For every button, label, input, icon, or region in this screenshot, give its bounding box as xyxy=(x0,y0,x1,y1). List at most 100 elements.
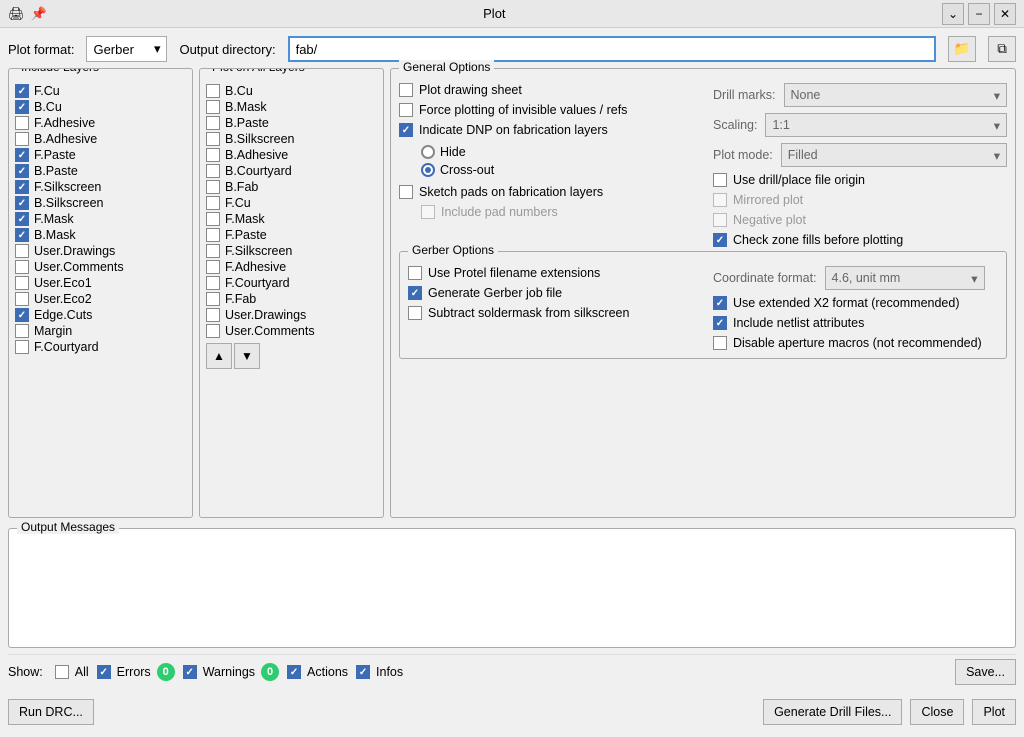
plot-all-layer-checkbox-10[interactable] xyxy=(206,244,220,258)
include-layer-label: User.Eco1 xyxy=(34,276,92,290)
subtract-soldermask-checkbox[interactable] xyxy=(408,306,422,320)
minimize-button[interactable]: − xyxy=(968,3,990,25)
extended-x2-checkbox[interactable] xyxy=(713,296,727,310)
scroll-down-button[interactable]: ▼ xyxy=(234,343,260,369)
check-zone-fills-checkbox[interactable] xyxy=(713,233,727,247)
include-layer-checkbox-7[interactable] xyxy=(15,196,29,210)
plot-button[interactable]: Plot xyxy=(972,699,1016,725)
plot-all-layer-checkbox-8[interactable] xyxy=(206,212,220,226)
include-layer-checkbox-2[interactable] xyxy=(15,116,29,130)
output-directory-input[interactable] xyxy=(288,36,936,62)
include-layer-checkbox-5[interactable] xyxy=(15,164,29,178)
plot-all-layer-checkbox-7[interactable] xyxy=(206,196,220,210)
plot-drawing-sheet-row: Plot drawing sheet xyxy=(399,83,693,97)
format-value: Gerber xyxy=(93,42,133,57)
gerber-job-row: Generate Gerber job file xyxy=(408,286,693,300)
include-layer-checkbox-13[interactable] xyxy=(15,292,29,306)
footer: Run DRC... Generate Drill Files... Close… xyxy=(8,695,1016,729)
run-drc-button[interactable]: Run DRC... xyxy=(8,699,94,725)
actions-checkbox[interactable] xyxy=(287,665,301,679)
scaling-label: Scaling: xyxy=(713,118,757,132)
plot-all-layer-checkbox-15[interactable] xyxy=(206,324,220,338)
include-layer-checkbox-16[interactable] xyxy=(15,340,29,354)
plot-all-layer-checkbox-13[interactable] xyxy=(206,292,220,306)
plot-all-layer-checkbox-0[interactable] xyxy=(206,84,220,98)
include-layer-checkbox-12[interactable] xyxy=(15,276,29,290)
plot-all-layer-checkbox-9[interactable] xyxy=(206,228,220,242)
plot-all-layer-label: B.Mask xyxy=(225,100,267,114)
output-messages-title: Output Messages xyxy=(17,520,119,534)
show-label: Show: xyxy=(8,665,43,679)
disable-aperture-checkbox[interactable] xyxy=(713,336,727,350)
app-icon: 🖨 xyxy=(8,6,25,22)
disable-aperture-row: Disable aperture macros (not recommended… xyxy=(713,336,998,350)
open-directory-button[interactable]: ⧉ xyxy=(988,36,1016,62)
plot-all-layer-label: F.Courtyard xyxy=(225,276,290,290)
plot-all-layer-label: B.Silkscreen xyxy=(225,132,294,146)
scroll-arrows: ▲ ▼ xyxy=(206,343,377,369)
plot-all-layer-label: F.Silkscreen xyxy=(225,244,292,258)
sketch-pads-label: Sketch pads on fabrication layers xyxy=(419,185,603,199)
include-layer-checkbox-8[interactable] xyxy=(15,212,29,226)
save-button[interactable]: Save... xyxy=(955,659,1016,685)
negative-plot-label: Negative plot xyxy=(733,213,806,227)
drill-marks-dropdown[interactable]: None ▾ xyxy=(784,83,1008,107)
drill-place-checkbox[interactable] xyxy=(713,173,727,187)
format-arrow-icon: ▾ xyxy=(154,41,161,57)
sketch-pads-checkbox[interactable] xyxy=(399,185,413,199)
include-layer-checkbox-14[interactable] xyxy=(15,308,29,322)
plot-all-layer-checkbox-4[interactable] xyxy=(206,148,220,162)
include-layer-checkbox-0[interactable] xyxy=(15,84,29,98)
include-layer-checkbox-10[interactable] xyxy=(15,244,29,258)
plot-mode-dropdown[interactable]: Filled ▾ xyxy=(781,143,1007,167)
plot-all-layer-checkbox-12[interactable] xyxy=(206,276,220,290)
coord-format-value: 4.6, unit mm xyxy=(832,271,901,285)
close-button[interactable]: ✕ xyxy=(994,3,1016,25)
negative-plot-checkbox[interactable] xyxy=(713,213,727,227)
indicate-dnp-checkbox[interactable] xyxy=(399,123,413,137)
plot-all-layer-checkbox-11[interactable] xyxy=(206,260,220,274)
scroll-up-button[interactable]: ▲ xyxy=(206,343,232,369)
close-button[interactable]: Close xyxy=(910,699,964,725)
gerber-job-checkbox[interactable] xyxy=(408,286,422,300)
plot-all-layer-checkbox-1[interactable] xyxy=(206,100,220,114)
errors-checkbox[interactable] xyxy=(97,665,111,679)
plot-all-layer-checkbox-3[interactable] xyxy=(206,132,220,146)
include-netlist-label: Include netlist attributes xyxy=(733,316,864,330)
plot-all-layer-checkbox-5[interactable] xyxy=(206,164,220,178)
plot-all-layer-checkbox-6[interactable] xyxy=(206,180,220,194)
warnings-checkbox[interactable] xyxy=(183,665,197,679)
include-layer-checkbox-1[interactable] xyxy=(15,100,29,114)
hide-radio[interactable] xyxy=(421,145,435,159)
include-layer-label: F.Cu xyxy=(34,84,60,98)
infos-checkbox[interactable] xyxy=(356,665,370,679)
include-layer-checkbox-3[interactable] xyxy=(15,132,29,146)
browse-directory-button[interactable]: 📁 xyxy=(948,36,976,62)
include-layer-checkbox-15[interactable] xyxy=(15,324,29,338)
include-netlist-checkbox[interactable] xyxy=(713,316,727,330)
list-item: F.Adhesive xyxy=(15,115,186,131)
include-layers-panel: Include Layers F.CuB.CuF.AdhesiveB.Adhes… xyxy=(8,68,193,518)
mirrored-plot-label: Mirrored plot xyxy=(733,193,803,207)
all-checkbox[interactable] xyxy=(55,665,69,679)
indicate-dnp-label: Indicate DNP on fabrication layers xyxy=(419,123,608,137)
mirrored-plot-checkbox[interactable] xyxy=(713,193,727,207)
plot-drawing-sheet-checkbox[interactable] xyxy=(399,83,413,97)
scaling-dropdown[interactable]: 1:1 ▾ xyxy=(765,113,1007,137)
list-item: F.Silkscreen xyxy=(15,179,186,195)
force-plotting-checkbox[interactable] xyxy=(399,103,413,117)
include-layer-checkbox-11[interactable] xyxy=(15,260,29,274)
include-layer-checkbox-6[interactable] xyxy=(15,180,29,194)
include-pad-numbers-checkbox[interactable] xyxy=(421,205,435,219)
cross-out-radio[interactable] xyxy=(421,163,435,177)
plot-all-layer-checkbox-2[interactable] xyxy=(206,116,220,130)
include-layer-checkbox-4[interactable] xyxy=(15,148,29,162)
generate-drill-button[interactable]: Generate Drill Files... xyxy=(763,699,902,725)
include-layer-checkbox-9[interactable] xyxy=(15,228,29,242)
coord-format-dropdown[interactable]: 4.6, unit mm ▾ xyxy=(825,266,985,290)
chevron-down-button[interactable]: ⌄ xyxy=(942,3,964,25)
include-layer-label: F.Adhesive xyxy=(34,116,95,130)
format-select[interactable]: Gerber ▾ xyxy=(86,36,167,62)
protel-filename-checkbox[interactable] xyxy=(408,266,422,280)
plot-all-layer-checkbox-14[interactable] xyxy=(206,308,220,322)
